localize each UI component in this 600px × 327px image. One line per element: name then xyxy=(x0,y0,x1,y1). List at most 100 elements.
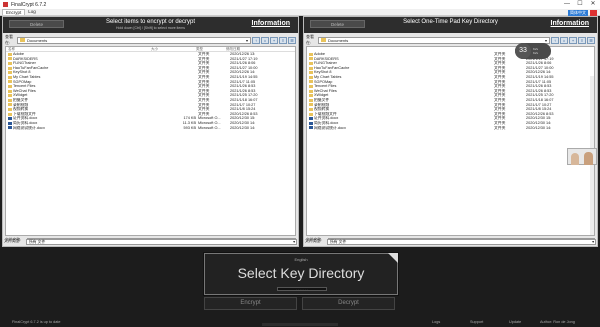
document-icon xyxy=(8,126,12,130)
home-button[interactable]: ⌂ xyxy=(261,36,269,44)
filetype-value: 所有 文件 xyxy=(29,239,46,244)
tab-bar: Encrypt Log xyxy=(0,9,600,16)
folder-icon xyxy=(8,71,12,75)
folder-icon xyxy=(321,38,326,42)
filetype-value: 所有 文件 xyxy=(330,239,347,244)
path-select-right[interactable]: Documents ▾ xyxy=(318,36,550,44)
filetype-select-left[interactable]: 所有 文件 ▾ xyxy=(26,238,297,245)
list-view-button[interactable]: ≡ xyxy=(578,36,586,44)
speed-rates: Ki/s Ki/s xyxy=(531,47,538,55)
key-directory-panel[interactable]: English Select Key Directory · · · · · ·… xyxy=(204,253,398,295)
new-folder-button[interactable]: + xyxy=(270,36,278,44)
folder-icon xyxy=(8,94,12,98)
home-button[interactable]: ⌂ xyxy=(560,36,568,44)
version-status: FinalCrypt 6.7.2 is up to date xyxy=(12,320,61,324)
decrypt-button[interactable]: Decrypt xyxy=(302,297,395,310)
progress-bar xyxy=(262,323,338,326)
folder-icon xyxy=(8,61,12,65)
key-pane-title: Select One-Time Pad Key Directory xyxy=(403,19,498,25)
input-pane-header: Delete Select items to encrypt or decryp… xyxy=(3,17,298,33)
key-directory-title: Select Key Directory xyxy=(237,265,365,281)
chevron-down-icon: ▾ xyxy=(544,37,547,43)
folder-icon xyxy=(309,80,313,84)
folder-icon xyxy=(309,66,313,70)
file-size: 593 KB xyxy=(183,125,196,130)
key-progress: · · · · · · · xyxy=(277,287,327,291)
filetype-label: 文件类型: xyxy=(305,239,322,243)
file-row[interactable]: 网络测试统计.docx 593 KB Microsoft O... 2020/12/3… xyxy=(6,126,295,131)
status-bar: FinalCrypt 6.7.2 is up to date Logs Supp… xyxy=(0,318,600,327)
support-link[interactable]: Support xyxy=(470,318,483,327)
input-pane-hint: Hold down [Ctrl] / [Shift] to select mor… xyxy=(115,26,186,30)
folder-icon xyxy=(8,103,12,107)
column-date[interactable]: 修改日期 xyxy=(226,47,276,51)
look-in-label: 查看在: xyxy=(5,34,13,45)
folder-icon xyxy=(309,71,313,75)
language-label: English xyxy=(294,257,308,262)
column-size[interactable]: 大小 xyxy=(151,47,196,51)
close-button[interactable]: ✕ xyxy=(587,0,599,9)
file-list-left[interactable]: 名称 大小 类型 修改日期 Adobe 文件夹 2020/12/26 13: DARK… xyxy=(5,46,296,236)
folder-icon xyxy=(309,112,313,116)
folder-icon xyxy=(8,80,12,84)
input-pane-title: Select items to encrypt or decrypt xyxy=(105,19,196,25)
information-link-right[interactable]: Information xyxy=(551,20,590,27)
app-icon xyxy=(3,2,8,7)
folder-icon xyxy=(309,94,313,98)
details-view-button[interactable]: ☰ xyxy=(288,36,296,44)
folder-icon xyxy=(309,103,313,107)
document-icon xyxy=(309,126,313,130)
list-view-button[interactable]: ≡ xyxy=(279,36,287,44)
folder-icon xyxy=(8,112,12,116)
minimize-button[interactable]: — xyxy=(561,0,573,9)
look-in-label: 查看在: xyxy=(306,34,314,45)
tab-log[interactable]: Log xyxy=(25,9,39,15)
new-folder-button[interactable]: + xyxy=(569,36,577,44)
folder-icon xyxy=(309,52,313,56)
delete-button-right[interactable]: Delete xyxy=(310,20,365,28)
folder-icon xyxy=(309,107,313,111)
column-type[interactable]: 类型 xyxy=(196,47,226,51)
title-bar: FinalCrypt 6.7.2 — ☐ ✕ xyxy=(0,0,600,9)
up-folder-button[interactable]: ↑ xyxy=(551,36,559,44)
folder-icon xyxy=(309,84,313,88)
folder-icon xyxy=(309,75,313,79)
filetype-row-left: 文件类型: 所有 文件 ▾ xyxy=(4,238,297,245)
speed-overlay: 33 Ki/s Ki/s xyxy=(515,43,551,59)
document-icon xyxy=(8,121,12,125)
speed-count: 33 xyxy=(515,43,531,59)
maximize-button[interactable]: ☐ xyxy=(574,0,586,9)
details-view-button[interactable]: ☰ xyxy=(587,36,595,44)
file-type: Microsoft O... xyxy=(198,125,221,130)
webcam-thumbnail xyxy=(567,148,597,165)
update-link[interactable]: Update xyxy=(509,318,521,327)
filetype-select-right[interactable]: 所有 文件 ▾ xyxy=(327,238,596,245)
file-name-text: 网络测试统计.docx xyxy=(13,125,45,130)
logs-link[interactable]: Logs xyxy=(432,318,440,327)
folder-icon xyxy=(309,98,313,102)
chevron-down-icon: ▾ xyxy=(245,37,248,43)
folder-icon xyxy=(8,52,12,56)
information-link-left[interactable]: Information xyxy=(252,20,291,27)
filetype-label: 文件类型: xyxy=(4,239,21,243)
file-list-right[interactable]: Adobe文件夹2020/12/26 13:DARKSIDERS文件夹2021/… xyxy=(306,46,595,236)
folder-icon xyxy=(8,57,12,61)
column-name[interactable]: 名称 xyxy=(6,47,151,51)
up-folder-button[interactable]: ↑ xyxy=(252,36,260,44)
author-label: Author: Ron de Jong xyxy=(540,320,575,324)
chevron-down-icon: ▾ xyxy=(293,239,295,244)
document-icon xyxy=(309,117,313,121)
file-row[interactable]: 网络测试统计.docx 文件夹 2020/12/30 14: xyxy=(307,126,594,131)
path-value: Documents xyxy=(328,37,349,43)
folder-icon xyxy=(309,61,313,65)
path-select-left[interactable]: Documents ▾ xyxy=(17,36,251,44)
delete-button-left[interactable]: Delete xyxy=(9,20,64,28)
encrypt-button[interactable]: Encrypt xyxy=(204,297,297,310)
filetype-row-right: 文件类型: 所有 文件 ▾ xyxy=(305,238,596,245)
file-date: 2020/12/30 14: xyxy=(526,125,552,130)
file-type: 文件夹 xyxy=(494,125,506,130)
tab-encrypt[interactable]: Encrypt xyxy=(2,9,26,15)
chevron-down-icon: ▾ xyxy=(592,239,594,244)
key-pane-header: Delete Select One-Time Pad Key Directory… xyxy=(304,17,597,33)
file-name: 网络测试统计.docx xyxy=(6,126,151,131)
